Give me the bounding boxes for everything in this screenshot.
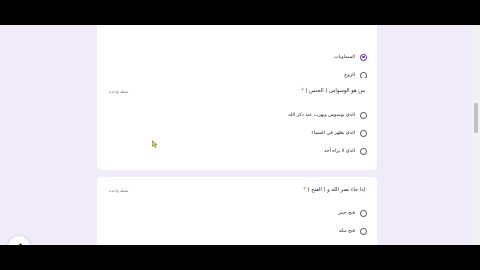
option-label: الذي لا يراه أحد bbox=[323, 148, 355, 154]
required-mark: * bbox=[301, 88, 304, 94]
question-card-3: إذا جاء نصر الله و ( الفتح ) * نقطة واحد… bbox=[97, 177, 377, 245]
question-title: إذا جاء نصر الله و ( الفتح ) * bbox=[303, 187, 365, 193]
radio-unselected[interactable] bbox=[360, 209, 367, 217]
option-3-2[interactable]: فتح مكة bbox=[339, 226, 367, 236]
form-viewport: السماويات الزوج من هو الوسواس ( الخنس ) … bbox=[0, 25, 480, 245]
option-label: السماويات bbox=[334, 54, 355, 60]
question-title: من هو الوسواس ( الخنس ) * bbox=[301, 88, 365, 94]
pencil-icon bbox=[18, 243, 23, 245]
radio-selected[interactable] bbox=[360, 53, 367, 61]
option-2-2[interactable]: الذي يظهر في السماء bbox=[311, 128, 367, 138]
scroll-thumb[interactable] bbox=[473, 103, 478, 133]
question-card-2: من هو الوسواس ( الخنس ) * نقطة واحدة الذ… bbox=[97, 78, 377, 170]
scrollbar[interactable] bbox=[472, 25, 480, 245]
radio-unselected[interactable] bbox=[360, 147, 367, 155]
option-2-1[interactable]: الذي يوسوس ويهرب عند ذكر الله bbox=[288, 110, 367, 120]
edit-button[interactable] bbox=[8, 236, 30, 245]
option-label: فتح مكة bbox=[338, 228, 355, 234]
mouse-cursor-icon bbox=[152, 140, 158, 148]
option-label: الذي يظهر في السماء bbox=[311, 130, 355, 136]
radio-unselected[interactable] bbox=[360, 129, 367, 137]
points-label: نقطة واحدة bbox=[109, 188, 129, 193]
option-3-1[interactable]: فتح خيبر bbox=[338, 208, 367, 218]
option-label: فتح خيبر bbox=[338, 210, 355, 216]
question-title-text: من هو الوسواس ( الخنس ) bbox=[305, 88, 366, 94]
option-2-3[interactable]: الذي لا يراه أحد bbox=[324, 146, 367, 156]
required-mark: * bbox=[303, 187, 306, 193]
option-1-1[interactable]: السماويات bbox=[334, 52, 367, 62]
points-label: نقطة واحدة bbox=[109, 89, 129, 94]
option-label: الذي يوسوس ويهرب عند ذكر الله bbox=[288, 112, 355, 118]
radio-unselected[interactable] bbox=[360, 111, 367, 119]
radio-unselected[interactable] bbox=[360, 227, 367, 235]
option-label: الزوج bbox=[344, 72, 355, 78]
question-title-text: إذا جاء نصر الله و ( الفتح ) bbox=[307, 187, 365, 193]
